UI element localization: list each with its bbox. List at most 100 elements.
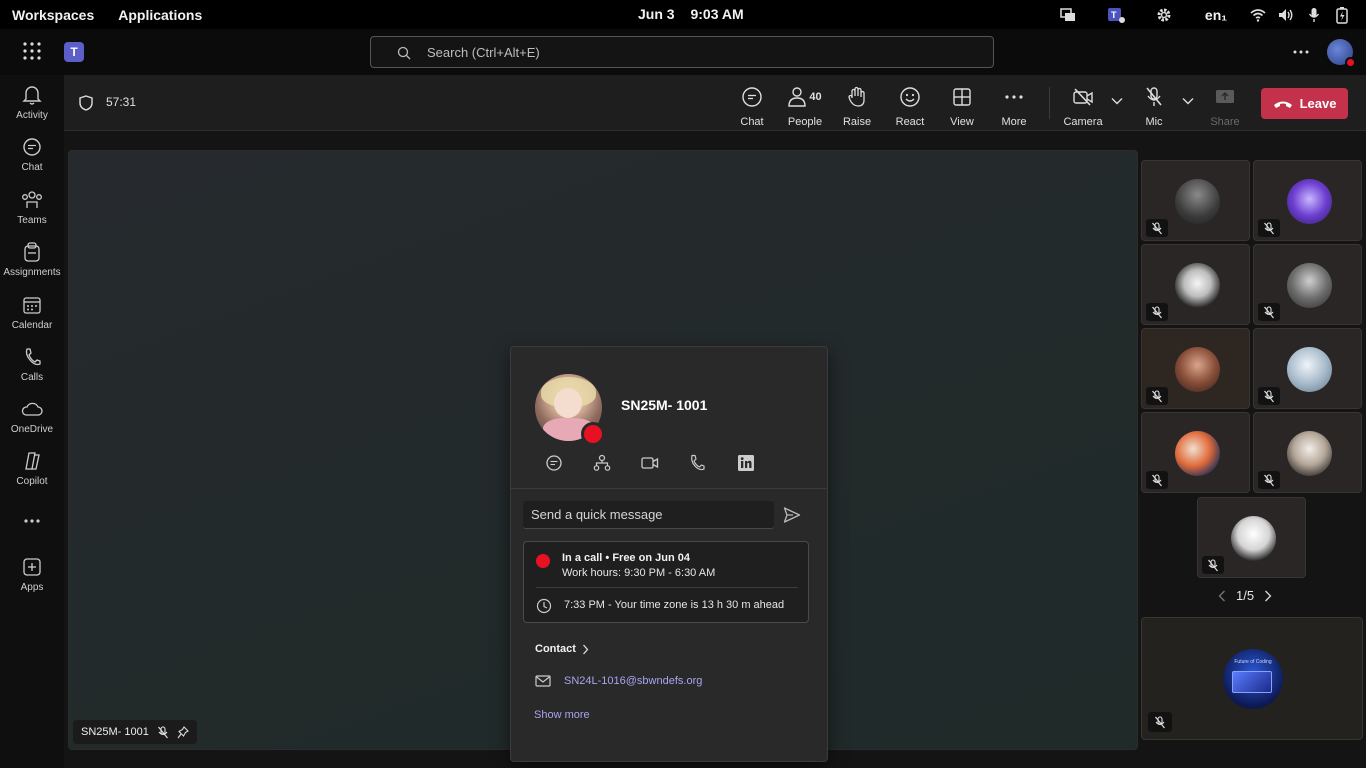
- camera-options-chevron-icon[interactable]: [1111, 97, 1123, 105]
- camera-label: Camera: [1063, 116, 1103, 128]
- meeting-toolbar: 57:31 Chat 40 People Raise React View Mo…: [64, 75, 1366, 131]
- mic-off-icon: [1148, 712, 1172, 732]
- pin-icon[interactable]: [177, 725, 189, 739]
- view-button[interactable]: View: [936, 85, 988, 128]
- settings-icon[interactable]: [1140, 4, 1188, 26]
- participant-tile[interactable]: [1141, 244, 1250, 325]
- participant-tile[interactable]: [1197, 497, 1306, 578]
- participant-avatar: [1287, 347, 1332, 392]
- participant-avatar: [1175, 179, 1220, 224]
- share-button[interactable]: Share: [1199, 85, 1251, 128]
- clock-date: Jun 3: [638, 6, 675, 22]
- windows-icon[interactable]: [1044, 4, 1092, 26]
- send-icon[interactable]: [783, 506, 801, 524]
- shield-icon[interactable]: [79, 95, 93, 111]
- people-button[interactable]: 40 People: [779, 85, 831, 128]
- teams-icon: [21, 188, 43, 212]
- rail-label: Calls: [20, 372, 44, 383]
- chevron-right-icon[interactable]: [1264, 590, 1272, 602]
- chat-icon[interactable]: [545, 453, 593, 473]
- avatar-face: [554, 388, 582, 418]
- participant-tile[interactable]: [1141, 160, 1250, 241]
- chat-button[interactable]: Chat: [726, 85, 778, 128]
- mic-off-icon: [1144, 85, 1164, 109]
- participant-tile[interactable]: [1253, 328, 1362, 409]
- language-indicator[interactable]: en₁: [1188, 7, 1244, 23]
- rail-item-teams[interactable]: Teams: [0, 188, 64, 238]
- presence-busy-dot: [1345, 57, 1356, 68]
- phone-icon[interactable]: [689, 453, 737, 473]
- availability-panel: In a call • Free on Jun 04 Work hours: 9…: [523, 541, 809, 623]
- profile-avatar[interactable]: [1327, 39, 1356, 68]
- participant-tile[interactable]: [1253, 244, 1362, 325]
- chevron-left-icon[interactable]: [1218, 590, 1226, 602]
- participant-tile-large[interactable]: Future of Coding: [1141, 617, 1363, 740]
- cloud-icon: [21, 397, 43, 421]
- org-chart-icon[interactable]: [593, 453, 641, 473]
- mic-off-icon: [1258, 219, 1280, 237]
- microphone-icon[interactable]: [1300, 4, 1328, 26]
- leave-label: Leave: [1299, 96, 1337, 111]
- applications-menu[interactable]: Applications: [118, 7, 202, 23]
- rail-item-calls[interactable]: Calls: [0, 345, 64, 395]
- participant-tile[interactable]: [1141, 328, 1250, 409]
- volume-icon[interactable]: [1272, 4, 1300, 26]
- teams-header: T Search (Ctrl+Alt+E): [0, 29, 1366, 75]
- mic-button[interactable]: Mic: [1128, 85, 1180, 128]
- search-box[interactable]: Search (Ctrl+Alt+E): [370, 36, 994, 68]
- raise-hand-icon: [847, 85, 867, 109]
- work-hours: Work hours: 9:30 PM - 6:30 AM: [562, 567, 716, 579]
- show-more-link[interactable]: Show more: [534, 709, 590, 721]
- participant-tile[interactable]: [1253, 160, 1362, 241]
- chat-icon: [741, 85, 763, 109]
- clock[interactable]: Jun 3 9:03 AM: [638, 6, 744, 22]
- quick-message-input[interactable]: Send a quick message: [523, 501, 774, 529]
- rail-label: Calendar: [11, 320, 53, 331]
- rail-item-chat[interactable]: Chat: [0, 135, 64, 185]
- rail-label: Activity: [16, 110, 48, 121]
- share-screen-icon: [1214, 85, 1236, 109]
- participant-avatar: [1287, 431, 1332, 476]
- leave-button[interactable]: Leave: [1261, 88, 1348, 119]
- card-divider: [511, 488, 827, 489]
- app-rail: Activity Chat Teams Assignments Calendar…: [0, 75, 64, 768]
- email-row: SN24L-1016@sbwndefs.org: [535, 675, 702, 687]
- participant-tile[interactable]: [1253, 412, 1362, 493]
- availability-status: In a call • Free on Jun 04: [562, 552, 690, 564]
- rail-label: OneDrive: [10, 424, 54, 435]
- app-launcher-icon[interactable]: [22, 41, 42, 61]
- raise-hand-button[interactable]: Raise: [831, 85, 883, 128]
- mic-off-icon: [1258, 387, 1280, 405]
- email-link[interactable]: SN24L-1016@sbwndefs.org: [564, 675, 702, 687]
- rail-item-more[interactable]: [0, 509, 64, 559]
- contact-section-header[interactable]: Contact: [535, 643, 589, 655]
- more-actions-button[interactable]: More: [988, 85, 1040, 128]
- battery-icon[interactable]: [1328, 4, 1356, 26]
- wifi-icon[interactable]: [1244, 4, 1272, 26]
- local-time: 7:33 PM - Your time zone is 13 h 30 m ah…: [564, 599, 785, 611]
- phone-icon: [23, 345, 41, 369]
- rail-item-onedrive[interactable]: OneDrive: [0, 397, 64, 447]
- mic-options-chevron-icon[interactable]: [1182, 97, 1194, 105]
- view-label: View: [950, 116, 974, 128]
- video-call-icon[interactable]: [641, 453, 689, 473]
- react-button[interactable]: React: [884, 85, 936, 128]
- linkedin-icon[interactable]: [737, 453, 785, 473]
- participant-tile[interactable]: [1141, 412, 1250, 493]
- teams-logo[interactable]: T: [64, 42, 84, 62]
- camera-button[interactable]: Camera: [1057, 85, 1109, 128]
- teams-tray-icon[interactable]: T: [1092, 4, 1140, 26]
- mic-off-icon: [1146, 303, 1168, 321]
- rail-item-calendar[interactable]: Calendar: [0, 293, 64, 343]
- rail-item-copilot[interactable]: Copilot: [0, 449, 64, 499]
- people-count: 40: [809, 91, 822, 103]
- more-options-icon[interactable]: [1292, 42, 1310, 62]
- rail-label: Chat: [21, 162, 43, 173]
- more-icon: [23, 509, 41, 533]
- workspaces-menu[interactable]: Workspaces: [12, 7, 94, 23]
- rail-item-activity[interactable]: Activity: [0, 83, 64, 133]
- hang-up-icon: [1273, 99, 1293, 109]
- rail-item-assignments[interactable]: Assignments: [0, 240, 64, 290]
- rail-item-apps[interactable]: Apps: [0, 555, 64, 605]
- quick-message-placeholder: Send a quick message: [531, 507, 663, 522]
